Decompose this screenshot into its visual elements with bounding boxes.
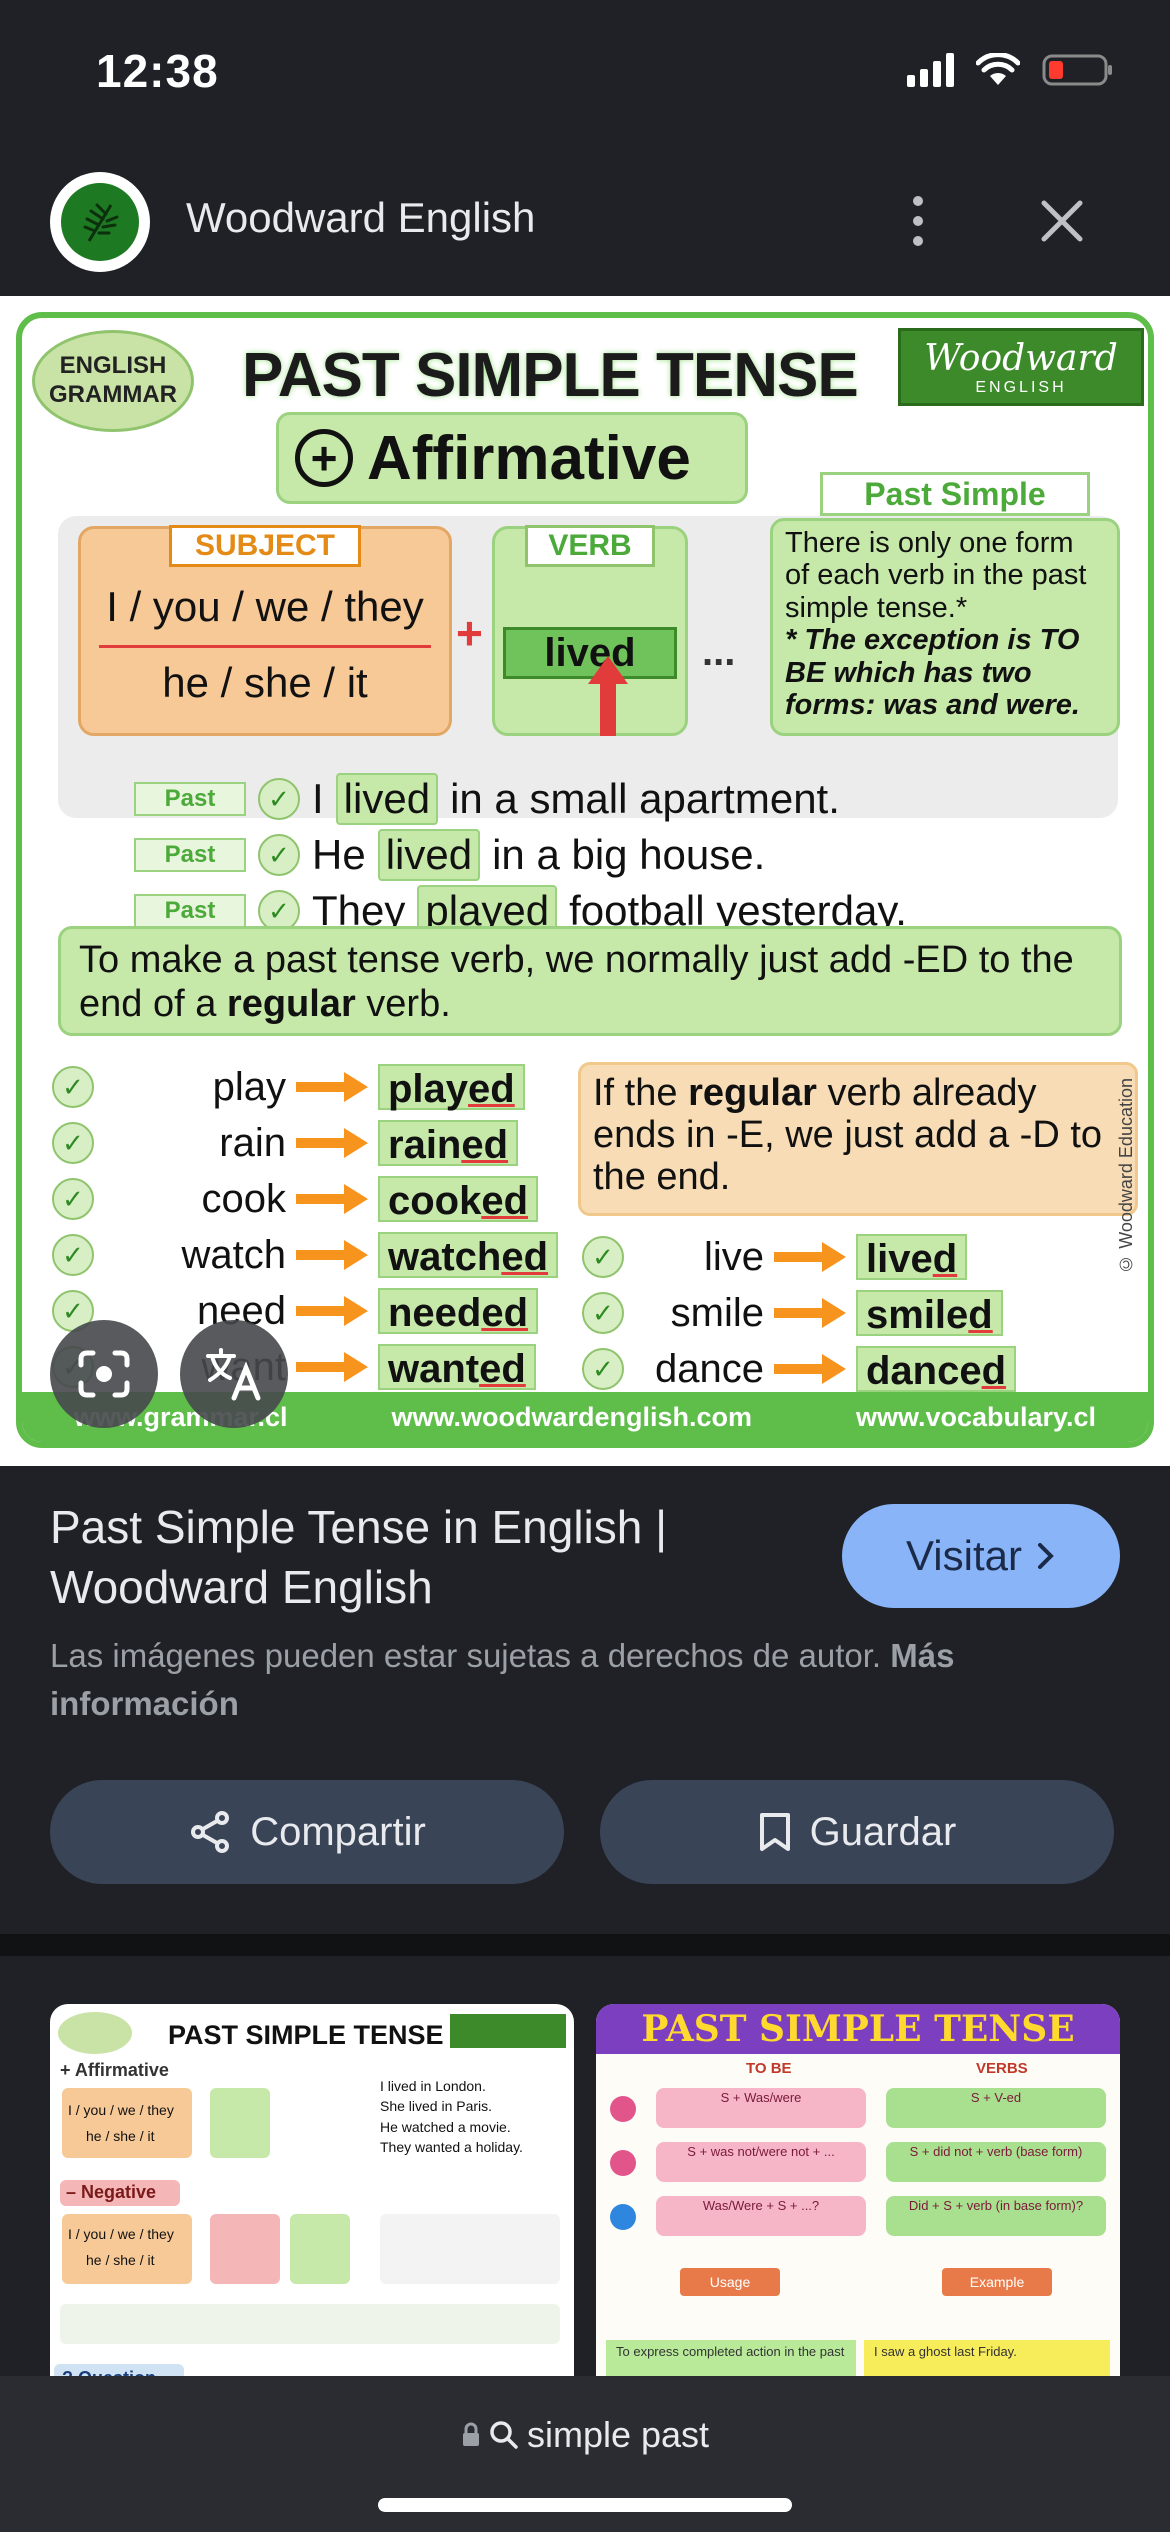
- plus-icon: +: [295, 429, 353, 487]
- preview-image[interactable]: ENGLISH GRAMMAR PAST SIMPLE TENSE Woodwa…: [0, 296, 1170, 1466]
- thumb-title: PAST SIMPLE TENSE: [168, 2020, 444, 2050]
- orange-arrow-icon: [296, 1184, 368, 1214]
- check-icon: ✓: [52, 1066, 94, 1108]
- example-row: Past ✓ I lived in a small apartment.: [134, 773, 840, 825]
- subject-box: SUBJECT I / you / we / they he / she / i…: [78, 525, 452, 736]
- check-icon: ✓: [582, 1292, 624, 1334]
- section-divider: [0, 1934, 1170, 1956]
- plus-sign: +: [456, 607, 483, 659]
- thumb-title: PAST SIMPLE TENSE: [596, 2004, 1120, 2054]
- copyright-notice: Las imágenes pueden estar sujetas a dere…: [50, 1637, 955, 1722]
- site-name[interactable]: Woodward English: [186, 194, 535, 242]
- infographic-title: PAST SIMPLE TENSE: [242, 341, 859, 410]
- orange-arrow-icon: [296, 1240, 368, 1270]
- related-image[interactable]: PAST SIMPLE TENSE TO BE VERBS S + Was/we…: [596, 2004, 1120, 2404]
- woodward-logo: Woodward ENGLISH: [898, 328, 1144, 406]
- grammar-infographic: ENGLISH GRAMMAR PAST SIMPLE TENSE Woodwa…: [16, 312, 1154, 1448]
- status-bar: 12:38: [0, 0, 1170, 150]
- thumb-badge: [58, 2012, 132, 2054]
- subject-line-2: he / she / it: [162, 659, 368, 706]
- lock-icon: [462, 2422, 479, 2446]
- side-credit: © Woodward Education: [1116, 1078, 1136, 1274]
- english-grammar-badge: ENGLISH GRAMMAR: [32, 330, 194, 432]
- check-icon: ✓: [582, 1236, 624, 1278]
- check-icon: ✓: [52, 1234, 94, 1276]
- share-button[interactable]: Compartir: [50, 1780, 564, 1884]
- info-box: There is only one form of each verb in t…: [770, 518, 1120, 736]
- minus-icon: [610, 2150, 636, 2176]
- site-favicon: [50, 172, 150, 272]
- signal-icon: [907, 53, 954, 87]
- verb-pair: ✓ smile smiled: [582, 1288, 1003, 1338]
- verb-pair: ✓ dance danced: [582, 1344, 1017, 1394]
- battery-icon: [1042, 52, 1114, 88]
- plus-icon: [610, 2096, 636, 2122]
- search-query-bar[interactable]: simple past: [0, 2414, 1170, 2456]
- translate-button[interactable]: [180, 1320, 288, 1428]
- thumb-brand: [450, 2014, 566, 2048]
- lens-icon: [78, 1350, 130, 1398]
- bookmark-icon: [759, 1813, 790, 1851]
- verb-pair: ✓ cook cooked: [52, 1174, 539, 1224]
- red-up-arrow-icon: [588, 656, 628, 736]
- more-options-button[interactable]: [890, 186, 946, 256]
- share-icon: [191, 1811, 230, 1853]
- chevron-right-icon: [1037, 1543, 1054, 1569]
- check-icon: ✓: [582, 1348, 624, 1390]
- subject-tag: SUBJECT: [169, 525, 361, 567]
- verb-pair: ✓ play played: [52, 1062, 525, 1112]
- check-icon: ✓: [52, 1122, 94, 1164]
- ellipsis: ...: [702, 630, 736, 674]
- result-title[interactable]: Past Simple Tense in English | Woodward …: [50, 1498, 790, 1618]
- close-button[interactable]: [1030, 186, 1094, 256]
- verb-pair: ✓ live lived: [582, 1232, 968, 1282]
- regular-verb-rule: To make a past tense verb, we normally j…: [58, 926, 1122, 1036]
- verb-pair: ✓ rain rained: [52, 1118, 519, 1168]
- status-icons: [907, 52, 1114, 88]
- status-time: 12:38: [96, 45, 219, 97]
- bottom-address-bar: simple past: [0, 2376, 1170, 2532]
- check-icon: ✓: [258, 778, 300, 820]
- check-icon: ✓: [258, 834, 300, 876]
- orange-arrow-icon: [296, 1296, 368, 1326]
- e-ending-rule: If the regular verb already ends in -E, …: [578, 1062, 1138, 1216]
- subject-divider: [99, 645, 431, 648]
- search-query: simple past: [526, 2414, 710, 2455]
- orange-arrow-icon: [296, 1128, 368, 1158]
- affirmative-heading: + Affirmative: [276, 412, 748, 504]
- subject-line-1: I / you / we / they: [106, 583, 424, 630]
- example-row: Past ✓ He lived in a big house.: [134, 829, 765, 881]
- question-icon: [610, 2204, 636, 2230]
- orange-arrow-icon: [774, 1354, 846, 1384]
- orange-arrow-icon: [296, 1352, 368, 1382]
- orange-arrow-icon: [296, 1072, 368, 1102]
- fern-icon: [61, 183, 139, 261]
- save-button[interactable]: Guardar: [600, 1780, 1114, 1884]
- close-icon: [1041, 200, 1083, 242]
- wifi-icon: [976, 53, 1020, 87]
- check-icon: ✓: [52, 1178, 94, 1220]
- home-indicator[interactable]: [378, 2498, 792, 2512]
- visit-button[interactable]: Visitar: [842, 1504, 1120, 1608]
- related-image[interactable]: PAST SIMPLE TENSE + Affirmative I / you …: [50, 2004, 574, 2404]
- verb-tag: VERB: [525, 525, 655, 567]
- translate-icon: [206, 1348, 261, 1401]
- verb-pair: ✓ watch watched: [52, 1230, 559, 1280]
- past-simple-label: Past Simple: [820, 472, 1090, 516]
- viewer-header: Woodward English: [0, 150, 1170, 296]
- orange-arrow-icon: [774, 1298, 846, 1328]
- search-icon: [490, 2421, 518, 2449]
- orange-arrow-icon: [774, 1242, 846, 1272]
- lens-button[interactable]: [50, 1320, 158, 1428]
